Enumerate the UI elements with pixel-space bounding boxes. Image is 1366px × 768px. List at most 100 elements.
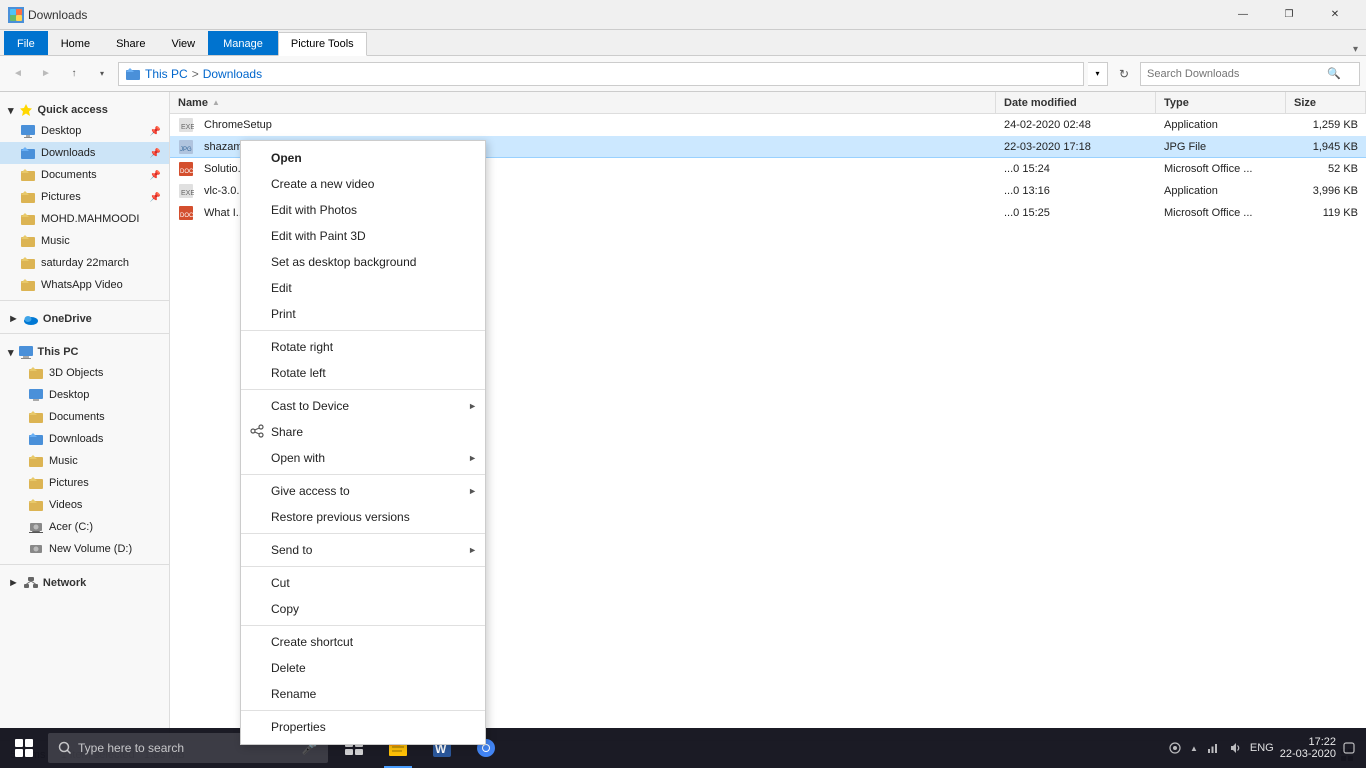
ctx-open[interactable]: Open bbox=[241, 145, 485, 171]
ctx-create-shortcut[interactable]: Create shortcut bbox=[241, 629, 485, 655]
sidebar-item-new-volume-d[interactable]: New Volume (D:) bbox=[0, 538, 169, 560]
sidebar-item-saturday-label: saturday 22march bbox=[41, 257, 129, 269]
tab-manage[interactable]: Manage bbox=[208, 31, 278, 55]
address-dropdown[interactable]: ▾ bbox=[1088, 62, 1108, 86]
sidebar-item-music[interactable]: Music bbox=[0, 230, 169, 252]
ctx-edit-paint3d[interactable]: Edit with Paint 3D bbox=[241, 223, 485, 249]
sidebar-item-videos-pc[interactable]: Videos bbox=[0, 494, 169, 516]
tab-share[interactable]: Share bbox=[103, 31, 158, 55]
ctx-restore-versions-label: Restore previous versions bbox=[271, 510, 410, 524]
ribbon-expand[interactable]: ▾ bbox=[1353, 44, 1358, 55]
context-menu: Open Create a new video Edit with Photos… bbox=[240, 140, 486, 745]
recent-locations-button[interactable]: ▾ bbox=[90, 62, 114, 86]
ctx-rename[interactable]: Rename bbox=[241, 681, 485, 707]
tab-picture-tools[interactable]: Picture Tools bbox=[278, 32, 367, 56]
address-path[interactable]: This PC > Downloads bbox=[118, 62, 1084, 86]
sidebar-documents-pc-label: Documents bbox=[49, 411, 105, 423]
sidebar-item-downloads[interactable]: Downloads 📌 bbox=[0, 142, 169, 164]
sidebar-item-acer-c[interactable]: Acer (C:) bbox=[0, 516, 169, 538]
ctx-copy[interactable]: Copy bbox=[241, 596, 485, 622]
maximize-button[interactable]: ❐ bbox=[1266, 0, 1312, 30]
sidebar-item-documents-pc[interactable]: Documents bbox=[0, 406, 169, 428]
col-header-size[interactable]: Size bbox=[1286, 92, 1366, 113]
sidebar-item-downloads-pc[interactable]: Downloads bbox=[0, 428, 169, 450]
search-box[interactable]: 🔍 bbox=[1140, 62, 1360, 86]
tab-view[interactable]: View bbox=[158, 31, 208, 55]
file-size-vlc: 3,996 KB bbox=[1286, 180, 1366, 201]
ctx-print[interactable]: Print bbox=[241, 301, 485, 327]
ctx-set-desktop[interactable]: Set as desktop background bbox=[241, 249, 485, 275]
file-type-solutio: Microsoft Office ... bbox=[1156, 158, 1286, 179]
sidebar-item-mohd-label: MOHD.MAHMOODI bbox=[41, 213, 139, 225]
col-header-name[interactable]: Name ▲ bbox=[170, 92, 996, 113]
network-header[interactable]: ► Network bbox=[0, 569, 169, 593]
quick-access-header[interactable]: ▾ Quick access bbox=[0, 96, 169, 120]
ctx-edit[interactable]: Edit bbox=[241, 275, 485, 301]
back-button[interactable]: ◄ bbox=[6, 62, 30, 86]
notification-button[interactable] bbox=[1342, 741, 1356, 755]
this-pc-header[interactable]: ▾ This PC bbox=[0, 338, 169, 362]
3d-icon bbox=[28, 365, 44, 381]
ctx-rotate-right-label: Rotate right bbox=[271, 340, 333, 354]
network-tray-icon[interactable] bbox=[1206, 741, 1220, 755]
refresh-button[interactable]: ↻ bbox=[1112, 62, 1136, 86]
search-input[interactable] bbox=[1147, 68, 1327, 80]
sidebar-item-music-pc[interactable]: Music bbox=[0, 450, 169, 472]
sidebar-item-whatsapp[interactable]: WhatsApp Video bbox=[0, 274, 169, 296]
ctx-share[interactable]: Share bbox=[241, 419, 485, 445]
ctx-open-with[interactable]: Open with ► bbox=[241, 445, 485, 471]
search-icon: 🔍 bbox=[1327, 67, 1341, 80]
sidebar-item-mohd[interactable]: MOHD.MAHMOODI bbox=[0, 208, 169, 230]
taskbar-right: ▲ ENG 17:22 22-03-2020 bbox=[1158, 736, 1366, 760]
ribbon-tabs: File Home Share View Manage Picture Tool… bbox=[0, 30, 1366, 56]
whatsapp-folder-icon bbox=[20, 277, 36, 293]
sidebar-item-documents-label: Documents bbox=[41, 169, 97, 181]
expand-tray-arrow[interactable]: ▲ bbox=[1190, 744, 1198, 753]
ctx-share-label: Share bbox=[271, 425, 303, 439]
sidebar-item-pictures-pc[interactable]: Pictures bbox=[0, 472, 169, 494]
music-pc-icon bbox=[28, 453, 44, 469]
sidebar-item-saturday[interactable]: saturday 22march bbox=[0, 252, 169, 274]
ctx-rotate-left-label: Rotate left bbox=[271, 366, 326, 380]
ctx-cast[interactable]: Cast to Device ► bbox=[241, 393, 485, 419]
close-button[interactable]: ✕ bbox=[1312, 0, 1358, 30]
ctx-restore-versions[interactable]: Restore previous versions bbox=[241, 504, 485, 530]
path-this-pc[interactable]: This PC bbox=[145, 67, 188, 81]
ctx-give-access[interactable]: Give access to ► bbox=[241, 478, 485, 504]
up-button[interactable]: ↑ bbox=[62, 62, 86, 86]
eng-label[interactable]: ENG bbox=[1250, 742, 1274, 754]
onedrive-header[interactable]: ► OneDrive bbox=[0, 305, 169, 329]
ctx-rotate-right[interactable]: Rotate right bbox=[241, 334, 485, 360]
file-row-chrome[interactable]: EXE ChromeSetup 24-02-2020 02:48 Applica… bbox=[170, 114, 1366, 136]
documents-pc-icon bbox=[28, 409, 44, 425]
ctx-properties[interactable]: Properties bbox=[241, 714, 485, 740]
this-pc-icon bbox=[18, 344, 34, 360]
ctx-send-to[interactable]: Send to ► bbox=[241, 537, 485, 563]
sidebar-item-pictures[interactable]: Pictures 📌 bbox=[0, 186, 169, 208]
ctx-cut[interactable]: Cut bbox=[241, 570, 485, 596]
taskbar-clock[interactable]: 17:22 22-03-2020 bbox=[1280, 736, 1336, 760]
sidebar-item-desktop[interactable]: Desktop 📌 bbox=[0, 120, 169, 142]
forward-button[interactable]: ► bbox=[34, 62, 58, 86]
ctx-edit-photos[interactable]: Edit with Photos bbox=[241, 197, 485, 223]
start-button[interactable] bbox=[0, 728, 48, 768]
sidebar-item-desktop-pc[interactable]: Desktop bbox=[0, 384, 169, 406]
ctx-create-video[interactable]: Create a new video bbox=[241, 171, 485, 197]
col-header-type[interactable]: Type bbox=[1156, 92, 1286, 113]
volume-tray-icon[interactable] bbox=[1228, 741, 1242, 755]
tab-file[interactable]: File bbox=[4, 31, 48, 55]
sidebar-item-3d-objects[interactable]: 3D Objects bbox=[0, 362, 169, 384]
taskbar-search-icon bbox=[58, 741, 72, 755]
minimize-button[interactable]: — bbox=[1220, 0, 1266, 30]
path-downloads[interactable]: Downloads bbox=[203, 67, 262, 81]
col-header-date[interactable]: Date modified bbox=[996, 92, 1156, 113]
tray-icon-settings[interactable] bbox=[1168, 741, 1182, 755]
tab-home[interactable]: Home bbox=[48, 31, 103, 55]
sidebar-item-desktop-label: Desktop bbox=[41, 125, 81, 137]
sidebar-item-documents[interactable]: Documents 📌 bbox=[0, 164, 169, 186]
onedrive-icon bbox=[23, 311, 39, 327]
this-pc-label: This PC bbox=[38, 346, 79, 358]
ctx-rotate-left[interactable]: Rotate left bbox=[241, 360, 485, 386]
svg-text:JPG: JPG bbox=[180, 147, 192, 153]
ctx-delete[interactable]: Delete bbox=[241, 655, 485, 681]
